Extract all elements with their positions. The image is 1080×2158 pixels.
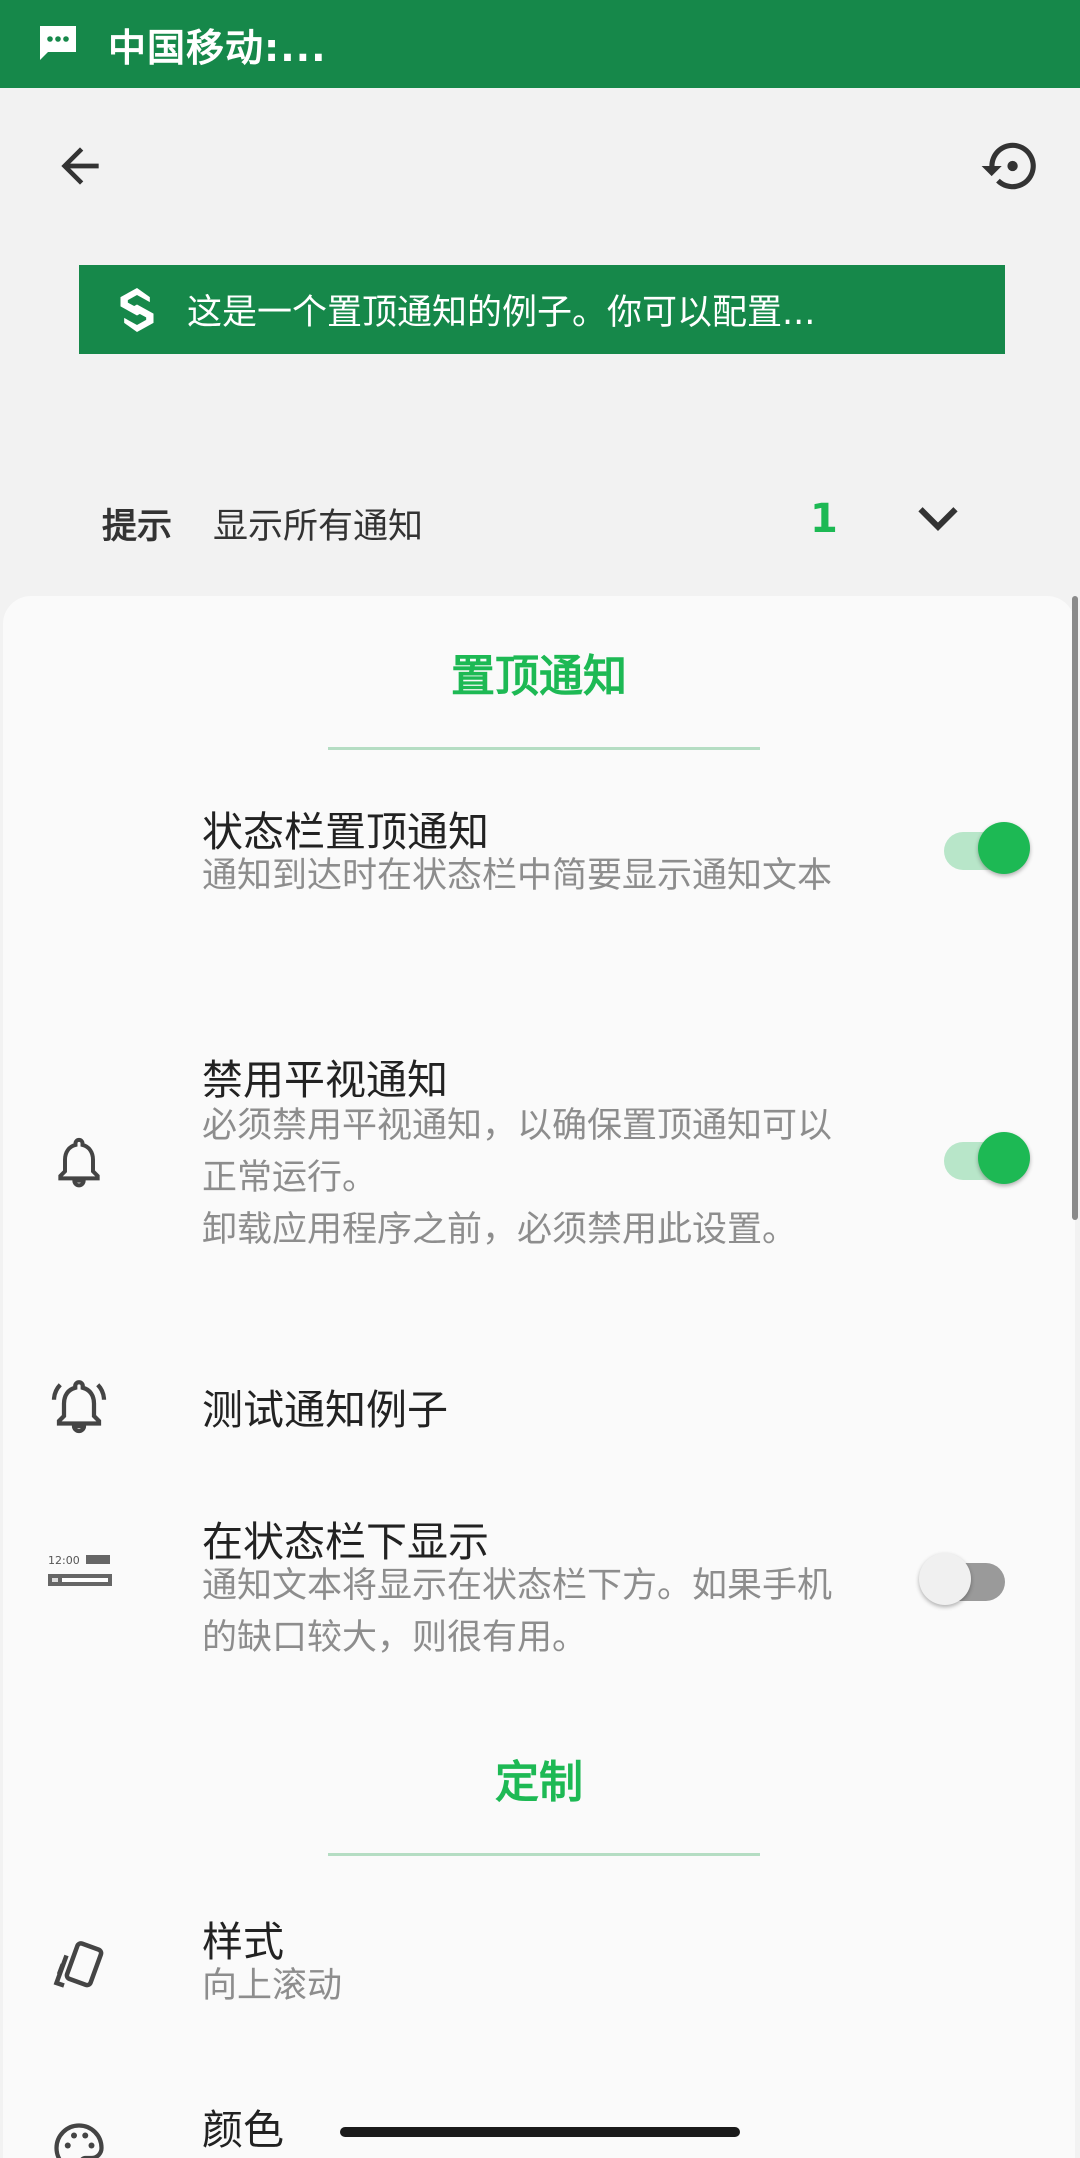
pref-title: 样式 — [202, 1918, 284, 1966]
pref-test-notification[interactable]: 测试通知例子 — [3, 1342, 1075, 1462]
banner-text: 这是一个置顶通知的例子。你可以配置... — [187, 293, 816, 333]
cards-icon — [47, 1936, 111, 2000]
pref-summary: 通知文本将显示在状态栏下方。如果手机的缺口较大，则很有用。 — [202, 1566, 833, 1658]
app-logo-icon — [120, 287, 154, 332]
pref-summary: 通知到达时在状态栏中简要显示通知文本 — [202, 856, 833, 896]
section-title-custom: 定制 — [495, 1757, 583, 1808]
pref-summary: 向上滚动 — [202, 1966, 343, 2006]
pref-title: 测试通知例子 — [202, 1386, 448, 1434]
bell-ringing-icon — [47, 1374, 111, 1438]
hint-row[interactable]: 提示 显示所有通知 1 — [0, 470, 1080, 570]
statusbar-preview-time: 12:00 — [48, 1554, 80, 1567]
gesture-nav-bar[interactable] — [340, 2127, 740, 2137]
arrow-back-icon — [61, 147, 99, 185]
restore-icon — [981, 142, 1036, 190]
pref-disable-heads-up[interactable]: 禁用平视通知 必须禁用平视通知，以确保置顶通知可以正常运行。 卸载应用程序之前，… — [3, 1036, 1075, 1276]
reset-button[interactable] — [970, 126, 1050, 206]
pref-style[interactable]: 样式 向上滚动 — [3, 1896, 1075, 2036]
section-divider — [328, 747, 760, 750]
pref-title: 禁用平视通知 — [202, 1056, 448, 1104]
palette-icon — [47, 2116, 111, 2158]
pref-color[interactable]: 颜色 — [3, 2086, 1075, 2158]
settings-sheet: 置顶通知 状态栏置顶通知 通知到达时在状态栏中简要显示通知文本 禁用平视通知 必… — [3, 596, 1075, 2158]
chevron-down-icon[interactable] — [908, 488, 968, 548]
app-bar — [0, 88, 1080, 248]
toggle-switch[interactable] — [919, 1547, 1009, 1607]
statusbar-preview-icon: 12:00 — [43, 1540, 119, 1604]
toggle-switch[interactable] — [940, 816, 1030, 876]
pref-summary: 必须禁用平视通知，以确保置顶通知可以正常运行。 卸载应用程序之前，必须禁用此设置… — [202, 1100, 862, 1256]
pref-title: 状态栏置顶通知 — [202, 808, 489, 856]
pref-title: 颜色 — [202, 2106, 284, 2154]
status-bar: 中国移动:... — [0, 0, 1080, 88]
hint-value: 显示所有通知 — [213, 507, 424, 547]
status-bar-text: 中国移动:... — [108, 25, 327, 70]
screen: 中国移动:... 这是一个置顶通知的例子。你可以配置... 提示 显示所有通知 … — [0, 0, 1080, 2158]
toggle-switch[interactable] — [940, 1126, 1030, 1186]
hint-count: 1 — [810, 496, 838, 542]
bell-icon — [47, 1130, 111, 1194]
pref-summary-line: 卸载应用程序之前，必须禁用此设置。 — [202, 1210, 798, 1250]
message-icon — [40, 26, 76, 60]
pref-title: 在状态栏下显示 — [202, 1518, 489, 1566]
pref-below-statusbar[interactable]: 12:00 在状态栏下显示 通知文本将显示在状态栏下方。如果手机的缺口较大，则很… — [3, 1496, 1075, 1658]
back-button[interactable] — [40, 126, 120, 206]
pref-statusbar-pinned[interactable]: 状态栏置顶通知 通知到达时在状态栏中简要显示通知文本 — [3, 786, 1075, 976]
section-title-pinned: 置顶通知 — [451, 651, 627, 702]
hint-label: 提示 — [102, 507, 173, 547]
scrollbar[interactable] — [1072, 596, 1078, 1220]
section-divider — [328, 1853, 760, 1856]
preview-banner[interactable]: 这是一个置顶通知的例子。你可以配置... — [79, 265, 1005, 354]
pref-summary-line: 必须禁用平视通知，以确保置顶通知可以正常运行。 — [202, 1106, 833, 1198]
